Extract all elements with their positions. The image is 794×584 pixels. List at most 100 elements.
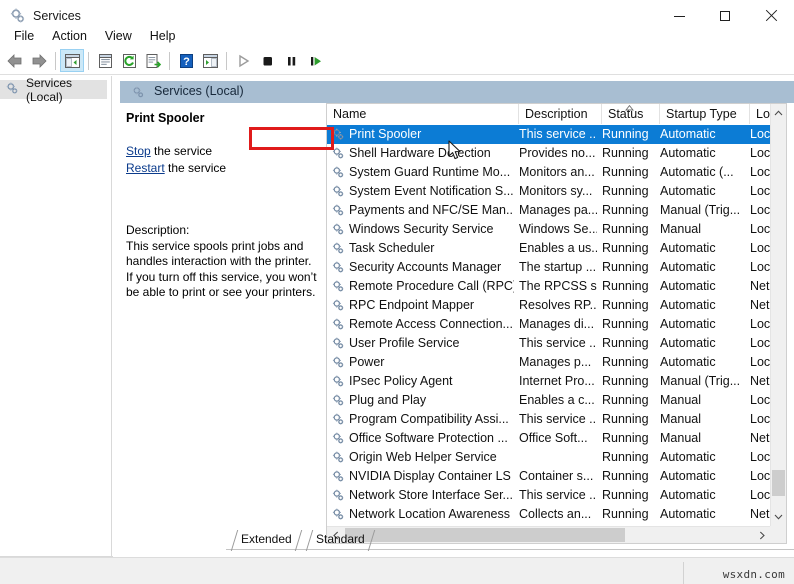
cell-log-on-as: Loc	[750, 412, 771, 426]
table-row[interactable]: Power Manages p... Running Automatic Loc	[327, 353, 772, 372]
service-gears-icon	[331, 393, 346, 408]
cell-log-on-as: Loc	[750, 469, 771, 483]
menu-file[interactable]: File	[5, 26, 43, 46]
cell-log-on-as: Loc	[750, 165, 771, 179]
column-header-startup-type[interactable]: Startup Type	[660, 104, 750, 124]
menu-action[interactable]: Action	[43, 26, 96, 46]
refresh-button[interactable]	[117, 49, 141, 72]
help-button[interactable]: ?	[174, 49, 198, 72]
table-row[interactable]: System Event Notification S... Monitors s…	[327, 182, 772, 201]
restart-service-icon	[310, 56, 321, 65]
vertical-scroll-thumb[interactable]	[772, 470, 785, 496]
table-row[interactable]: Program Compatibility Assi... This servic…	[327, 410, 772, 429]
cell-description: Manages p...	[519, 355, 592, 369]
table-row[interactable]: RPC Endpoint Mapper Resolves RP... Running…	[327, 296, 772, 315]
show-hide-console-tree-button[interactable]	[60, 49, 84, 72]
export-list-button[interactable]	[141, 49, 165, 72]
restart-service-button[interactable]	[303, 49, 327, 72]
table-row[interactable]: Shell Hardware Detection Provides no... Ru…	[327, 144, 772, 163]
cell-status: Running	[602, 450, 649, 464]
cell-name: Windows Security Service	[349, 222, 494, 236]
cell-startup-type: Manual	[660, 222, 701, 236]
menu-help[interactable]: Help	[141, 26, 185, 46]
show-action-pane-button[interactable]	[198, 49, 222, 72]
table-row[interactable]: Network Location Awareness Collects an...…	[327, 505, 772, 524]
properties-icon	[98, 53, 112, 68]
properties-button[interactable]	[93, 49, 117, 72]
pane-header: Services (Local)	[120, 81, 794, 103]
help-icon: ?	[179, 53, 193, 68]
menu-view[interactable]: View	[96, 26, 141, 46]
results-pane: Services (Local) Print Spooler Stop the …	[113, 76, 794, 578]
cell-name: Network Location Awareness	[349, 507, 510, 521]
table-row[interactable]: Plug and Play Enables a c... Running Manual…	[327, 391, 772, 410]
table-row[interactable]: User Profile Service This service ... Runn…	[327, 334, 772, 353]
tab-standard-label: Standard	[316, 532, 365, 546]
scroll-down-button[interactable]	[771, 508, 786, 525]
table-row[interactable]: Remote Procedure Call (RPC) The RPCSS s..…	[327, 277, 772, 296]
start-service-icon	[238, 54, 249, 67]
services-rows[interactable]: Print Spooler This service ... Running Auto…	[327, 125, 772, 525]
cell-log-on-as: Loc	[750, 203, 771, 217]
cell-description: Monitors an...	[519, 165, 595, 179]
cell-startup-type: Automatic	[660, 450, 716, 464]
cell-status: Running	[602, 431, 649, 445]
table-row[interactable]: NVIDIA Display Container LS Container s..…	[327, 467, 772, 486]
cell-log-on-as: Loc	[750, 393, 771, 407]
column-header-status[interactable]: Status	[602, 104, 660, 124]
pause-service-button[interactable]	[279, 49, 303, 72]
cell-log-on-as: Loc	[750, 450, 771, 464]
cell-log-on-as: Loc	[750, 241, 771, 255]
cell-status: Running	[602, 298, 649, 312]
scroll-up-button[interactable]	[771, 104, 786, 121]
cell-startup-type: Automatic	[660, 184, 716, 198]
cell-status: Running	[602, 146, 649, 160]
services-list-view[interactable]: Name Description Status Startup Type Log	[326, 103, 787, 544]
cell-log-on-as: Net	[750, 279, 770, 293]
cell-name: IPsec Policy Agent	[349, 374, 453, 388]
restart-service-link[interactable]: Restart	[126, 161, 165, 175]
description-label: Description:	[126, 223, 190, 237]
column-header-name[interactable]: Name	[327, 104, 519, 124]
table-row[interactable]: System Guard Runtime Mo... Monitors an...…	[327, 163, 772, 182]
cell-description: The RPCSS s...	[519, 279, 597, 293]
watermark-text: wsxdn.com	[722, 568, 785, 581]
window-title: Services	[33, 9, 81, 23]
forward-button[interactable]	[27, 49, 51, 72]
stop-service-suffix: the service	[150, 144, 213, 158]
cell-name: NVIDIA Display Container LS	[349, 469, 511, 483]
tab-extended[interactable]: Extended	[241, 530, 292, 549]
stop-service-icon	[263, 56, 272, 65]
table-row[interactable]: Remote Access Connection... Manages di...…	[327, 315, 772, 334]
table-row[interactable]: Task Scheduler Enables a us... Running Auto…	[327, 239, 772, 258]
cell-description: Monitors sy...	[519, 184, 593, 198]
tab-standard[interactable]: Standard	[316, 530, 365, 549]
forward-arrow-icon	[32, 53, 47, 68]
stop-service-button[interactable]	[255, 49, 279, 72]
start-service-button[interactable]	[231, 49, 255, 72]
table-row[interactable]: Office Software Protection ... Office Sof…	[327, 429, 772, 448]
maximize-icon	[720, 11, 730, 21]
cell-description: Provides no...	[519, 146, 596, 160]
table-row[interactable]: Windows Security Service Windows Se... Run…	[327, 220, 772, 239]
back-button[interactable]	[3, 49, 27, 72]
table-row[interactable]: Network Store Interface Ser... This servi…	[327, 486, 772, 505]
cell-name: Print Spooler	[349, 127, 422, 141]
stop-service-link[interactable]: Stop	[126, 144, 151, 158]
toolbar-separator	[226, 51, 227, 70]
table-row[interactable]: Security Accounts Manager The startup ...…	[327, 258, 772, 277]
cell-name: System Guard Runtime Mo...	[349, 165, 511, 179]
list-header-row: Name Description Status Startup Type Log	[327, 104, 777, 126]
cell-status: Running	[602, 507, 649, 521]
cell-log-on-as: Net	[750, 431, 770, 445]
service-gears-icon	[331, 507, 346, 522]
service-gears-icon	[331, 279, 346, 294]
table-row[interactable]: Print Spooler This service ... Running Auto…	[327, 125, 772, 144]
table-row[interactable]: Payments and NFC/SE Man... Manages pa... R…	[327, 201, 772, 220]
table-row[interactable]: Origin Web Helper Service Running Automati…	[327, 448, 772, 467]
vertical-scrollbar[interactable]	[770, 104, 786, 543]
table-row[interactable]: IPsec Policy Agent Internet Pro... Running…	[327, 372, 772, 391]
tree-item-services-local[interactable]: Services (Local)	[0, 76, 107, 104]
cell-status: Running	[602, 184, 649, 198]
column-header-description[interactable]: Description	[519, 104, 602, 124]
